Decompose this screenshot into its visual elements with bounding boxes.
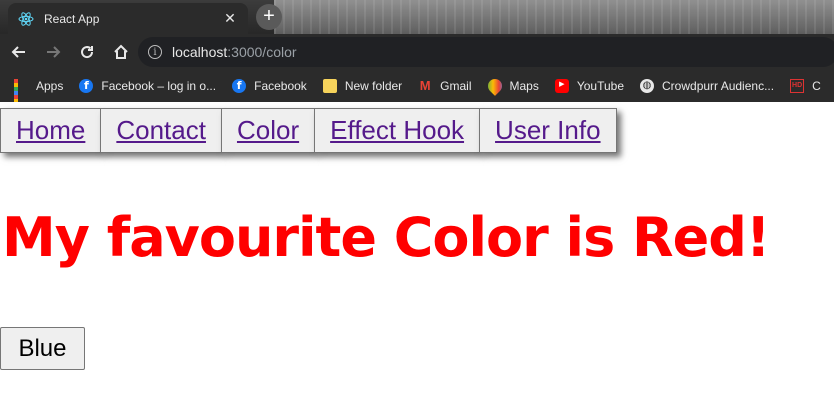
nav-link-contact[interactable]: Contact	[100, 108, 222, 153]
new-tab-button[interactable]: +	[256, 4, 282, 30]
home-icon	[114, 44, 128, 59]
close-tab-icon[interactable]: ✕	[222, 10, 238, 27]
globe-icon: ◍	[640, 79, 655, 93]
nav-link-user-info[interactable]: User Info	[479, 108, 617, 153]
bookmark-hd[interactable]: HD C	[790, 79, 821, 93]
blue-button[interactable]: Blue	[0, 327, 85, 370]
bookmark-facebook[interactable]: f Facebook	[232, 79, 307, 93]
info-icon[interactable]: i	[148, 45, 162, 59]
url-path: :3000/color	[227, 44, 297, 60]
apps-icon	[14, 79, 28, 102]
bookmarks-bar: Apps f Facebook – log in o... f Facebook…	[0, 70, 834, 102]
bookmark-label: Gmail	[440, 79, 472, 93]
bookmark-label: Maps	[509, 79, 539, 93]
url-host: localhost	[172, 44, 228, 60]
gmail-icon: M	[419, 78, 431, 93]
tab-strip: React App ✕ +	[0, 0, 834, 34]
bookmark-label: Apps	[36, 79, 64, 93]
app-navbar: Home Contact Color Effect Hook User Info	[0, 108, 617, 153]
maps-icon	[484, 76, 505, 96]
address-bar[interactable]: i localhost :3000/color	[138, 37, 834, 67]
bookmark-label: Crowdpurr Audienc...	[662, 79, 775, 93]
bookmark-crowdpurr[interactable]: ◍ Crowdpurr Audienc...	[640, 79, 774, 93]
home-button[interactable]	[106, 37, 136, 67]
forward-arrow-icon	[47, 46, 61, 58]
favourite-color-heading: My favourite Color is Red!	[2, 206, 770, 269]
reload-icon	[81, 46, 94, 59]
bookmark-youtube[interactable]: ▶ YouTube	[554, 79, 625, 93]
bookmark-gmail[interactable]: M Gmail	[418, 78, 472, 94]
bookmark-label: Facebook	[254, 79, 307, 93]
reload-button[interactable]	[72, 37, 102, 67]
nav-link-color[interactable]: Color	[220, 108, 316, 153]
browser-toolbar: i localhost :3000/color	[0, 34, 834, 70]
youtube-icon: ▶	[554, 79, 569, 93]
bookmark-apps[interactable]: Apps	[14, 79, 64, 102]
facebook-icon: f	[232, 79, 247, 93]
nav-link-effect-hook[interactable]: Effect Hook	[314, 108, 481, 153]
bookmark-label: Facebook – log in o...	[101, 79, 217, 93]
hd-icon: HD	[790, 79, 805, 93]
react-icon	[18, 11, 34, 26]
folder-icon	[322, 79, 337, 93]
bookmark-new-folder[interactable]: New folder	[322, 79, 403, 93]
tab-title: React App	[44, 11, 100, 26]
facebook-icon: f	[79, 79, 94, 93]
browser-tab[interactable]: React App ✕	[8, 3, 248, 34]
nav-link-home[interactable]: Home	[0, 108, 102, 153]
back-arrow-icon	[11, 46, 25, 58]
bookmark-facebook-login[interactable]: f Facebook – log in o...	[79, 79, 216, 93]
bookmark-label: New folder	[344, 79, 403, 93]
browser-chrome: React App ✕ + i localhost:3000/color Ap…	[0, 0, 834, 102]
bookmark-label: YouTube	[576, 79, 625, 93]
bookmark-maps[interactable]: Maps	[484, 76, 539, 96]
forward-button[interactable]	[38, 37, 68, 67]
back-button[interactable]	[4, 37, 34, 67]
bookmark-label: C	[812, 79, 821, 93]
